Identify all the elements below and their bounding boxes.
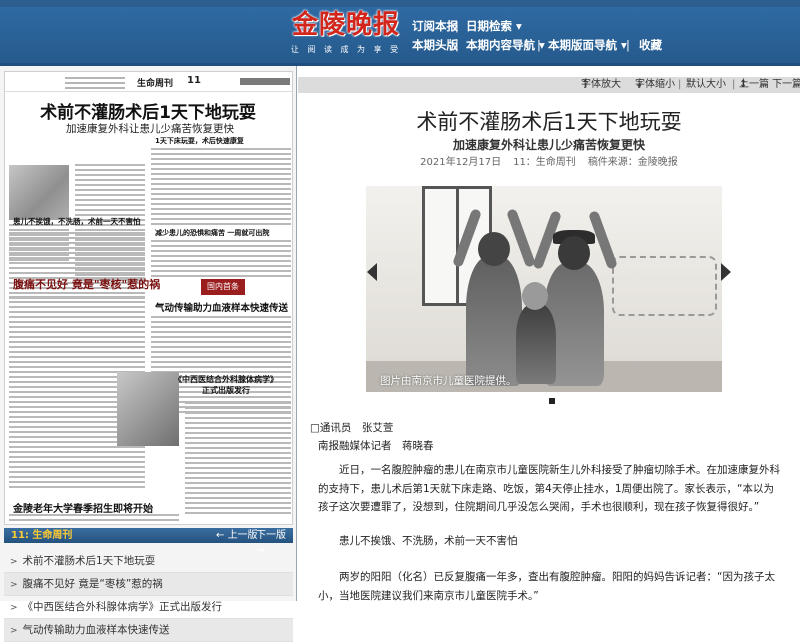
nav-date-search[interactable]: 日期检索 ▾ — [466, 16, 522, 36]
newspaper-page-image[interactable]: 生命周刊 11 术前不灌肠术后1天下地玩耍 加速康复外科让患儿少痛苦恢复更快 患… — [4, 71, 293, 525]
paper-headline-book[interactable]: 《中西医结合外科腺体病学》正式出版发行 — [171, 374, 281, 396]
next-page-label[interactable]: 下一版 — [256, 530, 286, 541]
gallery-next-button[interactable] — [721, 263, 731, 281]
article-meta: 2021年12月17日 11：生命周刊 稿件来源：金陵晚报 — [298, 153, 800, 168]
article-subtitle: 加速康复外科让患儿少痛苦恢复更快 — [452, 138, 645, 152]
nav-separator: | — [626, 38, 630, 52]
paper-page-number: 11 — [187, 75, 201, 86]
article-list-item[interactable]: > 术前不灌肠术后1天下地玩耍 — [4, 550, 293, 573]
article-photo[interactable]: 图片由南京市儿童医院提供。 — [366, 186, 722, 392]
prev-next-label[interactable]: 上一篇 下一篇 — [739, 77, 800, 93]
nav-separator: | — [455, 19, 459, 33]
article-toolbar: 字体放大 ↑ 字体缩小 ↓ | 默认大小 | ↑ 上一篇 下一篇 ↓ — [298, 77, 800, 93]
article-paragraph: 近日，一名腹腔肿瘤的患儿在南京市儿童医院新生儿外科接受了肿瘤切除手术。在加速康复… — [318, 461, 780, 517]
paper-banner: 国内首条 — [201, 279, 245, 295]
article-byline: □通讯员 张艾萱 南报融媒体记者 蒋晓春 — [310, 419, 772, 455]
article-title: 术前不灌肠术后1天下地玩耍 — [416, 110, 682, 134]
paper-subheading-left: 患儿不挨饿，不洗肠，术前一天不害怕 — [13, 217, 141, 226]
gallery-prev-button[interactable] — [367, 263, 377, 281]
paragraph-text: 近日，一名腹腔肿瘤的患儿在南京市儿童医院新生儿外科接受了肿瘤切除手术。在加速康复… — [318, 464, 780, 513]
page-thumbnail-panel: 生命周刊 11 术前不灌肠术后1天下地玩耍 加速康复外科让患儿少痛苦恢复更快 患… — [0, 66, 297, 642]
default-size-button[interactable]: 默认大小 — [686, 77, 726, 93]
nav-separator: | — [455, 38, 459, 52]
toolbar-separator: | — [678, 79, 682, 90]
paper-photo — [9, 165, 69, 220]
nav-content-menu[interactable]: 本期内容导航 ▾ — [466, 35, 545, 55]
chevron-left-icon — [367, 263, 377, 281]
nav-front-page[interactable]: 本期头版 — [412, 35, 458, 55]
byline-reporter: 南报融媒体记者 蒋晓春 — [318, 440, 434, 452]
nav-separator: | — [537, 38, 541, 52]
paper-text-column — [151, 240, 291, 280]
arrow-up-icon: ↑ — [581, 79, 590, 90]
paragraph-text: 患儿不挨饿、不洗肠，术前一天不害怕 — [339, 535, 518, 547]
photo-nurse-left — [466, 256, 522, 386]
gallery-indicator-dot[interactable] — [549, 398, 555, 404]
paper-inset-photo — [117, 372, 179, 446]
photo-head-blurred — [522, 282, 548, 310]
chevron-right-icon: > — [10, 557, 18, 567]
paragraph-text: 两岁的阳阳（化名）已反复腹痛一年多，查出有腹腔肿瘤。阳阳的妈妈告诉记者：“因为孩… — [318, 571, 775, 602]
article-list-item[interactable]: > 腹痛不见好 竟是“枣核”惹的祸 — [4, 573, 293, 596]
article-page: 11：生命周刊 — [513, 157, 576, 168]
paper-subheading-right2: 减少患儿的恐惧和痛苦 一周就可出院 — [155, 229, 270, 237]
nav-layout-menu[interactable]: 本期版面导航 ▾ — [548, 35, 627, 55]
page-bar-title: 11: 生命周刊 — [11, 530, 73, 541]
article-list-item[interactable]: > 气动传输助力血液样本快速传送 — [4, 619, 293, 642]
byline-correspondent: □通讯员 张艾萱 — [310, 422, 394, 434]
paper-headline-mid[interactable]: 腹痛不见好 竟是"枣核"惹的祸 — [13, 276, 160, 292]
paper-date-block — [65, 77, 125, 92]
paper-text-column — [151, 148, 291, 228]
article-list-label[interactable]: 术前不灌肠术后1天下地玩耍 — [23, 555, 156, 567]
paper-text-column — [9, 514, 179, 524]
page-nav-bar: 11: 生命周刊 ← 上一版 下一版 → — [4, 528, 293, 556]
article-list-label[interactable]: 《中西医结合外科腺体病学》正式出版发行 — [23, 601, 223, 613]
paper-headline-bottom[interactable]: 金陵老年大学春季招生即将开始 — [13, 500, 153, 515]
article-source: 稿件来源：金陵晚报 — [587, 157, 678, 168]
photo-caption-bar: 图片由南京市儿童医院提供。 — [366, 371, 722, 391]
chevron-right-icon: > — [10, 580, 18, 590]
paper-headline-gas[interactable]: 气动传输助力血液样本快速传送 — [155, 300, 288, 314]
paper-subhead: 加速康复外科让患儿少痛苦恢复更快 — [66, 123, 234, 135]
paper-masthead: 生命周刊 11 — [5, 72, 292, 92]
photo-caption: 图片由南京市儿童医院提供。 — [380, 375, 517, 387]
article-list: > 术前不灌肠术后1天下地玩耍 > 腹痛不见好 竟是“枣核”惹的祸 > 《中西医结合外… — [4, 550, 293, 642]
article-reader: 字体放大 ↑ 字体缩小 ↓ | 默认大小 | ↑ 上一篇 下一篇 ↓ 术前不灌肠… — [298, 66, 800, 602]
paper-text-column — [185, 402, 291, 517]
arrow-down-icon: ↓ — [635, 79, 644, 90]
nav-row-top: 订阅本报 | 日期检索 ▾ — [0, 16, 800, 36]
article-date: 2021年12月17日 — [420, 157, 502, 168]
prev-page-link[interactable]: ← 上一版 — [216, 528, 258, 543]
photo-wall-drawing — [612, 256, 717, 316]
paper-headline[interactable]: 术前不灌肠术后1天下地玩耍 — [13, 98, 283, 123]
article-list-label[interactable]: 气动传输助力血液样本快速传送 — [23, 624, 170, 636]
chevron-right-icon: > — [10, 626, 18, 636]
nav-subscribe[interactable]: 订阅本报 — [412, 16, 458, 36]
article-list-item[interactable]: > 《中西医结合外科腺体病学》正式出版发行 — [4, 596, 293, 619]
nav-favorite[interactable]: 收藏 — [639, 35, 662, 55]
prev-page-label[interactable]: 上一版 — [228, 530, 258, 541]
article-paragraph: 两岁的阳阳（化名）已反复腹痛一年多，查出有腹腔肿瘤。阳阳的妈妈告诉记者：“因为孩… — [318, 568, 780, 605]
chevron-right-icon: > — [10, 603, 18, 613]
photo-head — [478, 232, 510, 266]
chevron-right-icon — [721, 263, 731, 281]
arrow-down-icon: ↓ — [739, 79, 748, 90]
site-header: 金陵晚报 让 阅 读 成 为 享 受 订阅本报 | 日期检索 ▾ 本期头版 | … — [0, 0, 800, 66]
paper-edition-tag — [240, 78, 290, 85]
article-paragraph: 患儿不挨饿、不洗肠，术前一天不害怕 — [318, 532, 780, 551]
photo-head — [558, 236, 590, 270]
toolbar-separator: | — [732, 79, 736, 90]
paper-section-name: 生命周刊 — [137, 79, 174, 89]
paper-subheading-right1: 1天下床玩耍，术后快速康复 — [155, 137, 244, 145]
article-list-label[interactable]: 腹痛不见好 竟是“枣核”惹的祸 — [23, 578, 163, 590]
nav-row-bottom: 本期头版 | 本期内容导航 ▾ | 本期版面导航 ▾ | 收藏 — [0, 35, 800, 55]
